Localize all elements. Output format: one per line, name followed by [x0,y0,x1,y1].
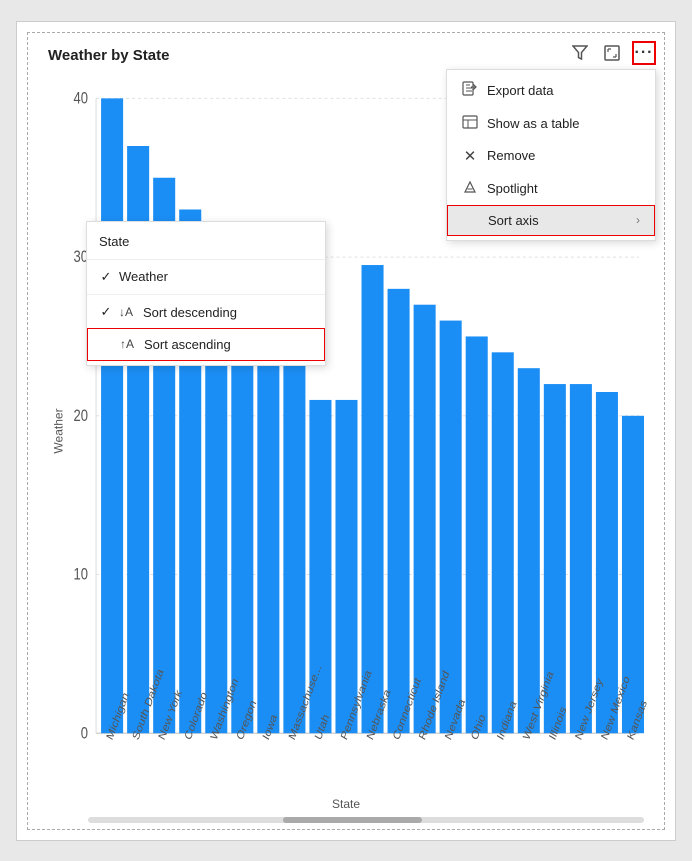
menu-item-spotlight[interactable]: Spotlight [447,172,655,205]
svg-text:20: 20 [74,407,88,425]
show-table-icon [461,114,479,133]
menu-item-show-as-table-label: Show as a table [487,116,580,131]
sort-submenu-item-weather[interactable]: ✓ Weather [87,262,325,292]
sort-submenu-header: State [87,226,325,257]
filter-icon[interactable] [568,41,592,65]
menu-item-sort-axis[interactable]: Sort axis › [447,205,655,236]
menu-item-remove[interactable]: ✕ Remove [447,140,655,172]
sort-submenu-item-descending[interactable]: ✓ ↓A Sort descending [87,297,325,328]
more-options-button[interactable]: ··· [632,41,656,65]
menu-item-show-as-table[interactable]: Show as a table [447,107,655,140]
sort-submenu-item-weather-label: Weather [119,269,168,284]
chart-title: Weather by State [48,47,169,64]
export-data-icon [461,81,479,100]
sort-submenu-divider2 [87,294,325,295]
menu-item-export-data-label: Export data [487,83,554,98]
scroll-thumb[interactable] [283,817,422,823]
menu-item-export-data[interactable]: Export data [447,74,655,107]
asc-checkmark-icon [100,337,114,352]
menu-item-sort-axis-label: Sort axis [488,213,539,228]
sort-submenu-divider [87,259,325,260]
main-context-menu: Export data Show as a table ✕ Remove [446,69,656,241]
toolbar: ··· [568,41,656,65]
chart-container: ··· Weather by State Weather 40 30 20 [16,21,676,841]
sort-desc-icon: ↓A [119,304,133,321]
chart-inner: ··· Weather by State Weather 40 30 20 [27,32,665,830]
svg-text:10: 10 [74,566,88,584]
x-axis-label: State [332,797,360,811]
sort-submenu-item-descending-label: Sort descending [143,305,237,320]
scroll-bar[interactable] [88,817,644,823]
remove-icon: ✕ [461,147,479,165]
desc-checkmark-icon: ✓ [99,304,113,320]
menu-item-spotlight-label: Spotlight [487,181,538,196]
sort-asc-icon: ↑A [120,336,134,353]
svg-text:↑A: ↑A [120,337,134,350]
svg-text:40: 40 [74,90,88,108]
sort-submenu-item-ascending[interactable]: ↑A Sort ascending [87,328,325,361]
svg-text:0: 0 [81,724,88,742]
sort-axis-chevron-icon: › [636,213,640,227]
weather-checkmark-icon: ✓ [99,269,113,285]
menu-item-remove-label: Remove [487,148,535,163]
svg-text:↓A: ↓A [119,305,133,318]
expand-icon[interactable] [600,41,624,65]
sort-submenu: State ✓ Weather ✓ ↓A Sort descending [86,221,326,366]
sort-submenu-item-ascending-label: Sort ascending [144,337,231,352]
spotlight-icon [461,179,479,198]
